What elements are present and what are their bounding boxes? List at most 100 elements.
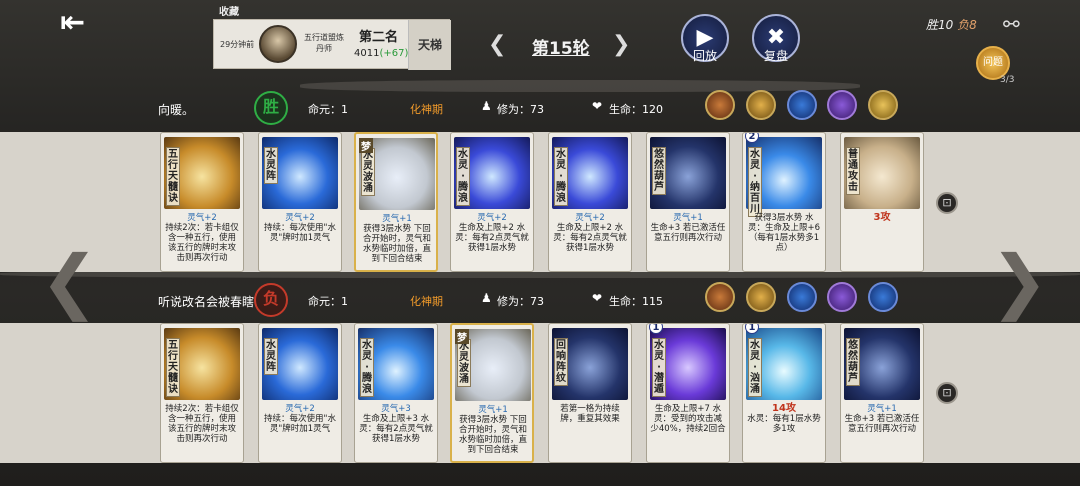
win-seal: 胜	[254, 91, 288, 125]
card-title: 水灵·腾浪	[554, 147, 568, 206]
back-arrow-icon[interactable]: ⇤	[60, 8, 104, 38]
card-art: 回响阵纹	[552, 328, 628, 400]
card[interactable]: 回响阵纹 若第一格为持续牌，重复其效果	[548, 323, 632, 463]
card-text-line: 灵气+1	[673, 213, 703, 223]
chevron-left-icon[interactable]: ❮	[488, 32, 506, 57]
player-row-top: 向暖。 胜 命元：1 化神期 ♟ 修为：73 ❤ 生命：120	[0, 90, 1080, 125]
card-title: 水灵阵	[264, 147, 278, 184]
card-text-line: 持续2次：若卡组仅含一种五行，使用该五行的牌时末攻击则再次行动	[165, 404, 239, 444]
card[interactable]: 水灵·腾浪 灵气+2 生命及上限+2 水灵：每有2点灵气就获得1层水势	[548, 132, 632, 272]
sun-swirl-icon[interactable]	[746, 282, 776, 312]
card-title: 水灵阵	[264, 338, 278, 375]
realm: 化神期	[410, 295, 443, 308]
round-title: 第15轮	[532, 39, 590, 59]
card-text-line: 灵气+1	[382, 214, 412, 224]
match-time: 29分钟前	[220, 40, 255, 49]
card-text-line: 灵气+2	[285, 213, 315, 223]
card[interactable]: 水灵阵灵气+2 持续：每次使用"水灵"牌时加1灵气	[258, 323, 342, 463]
card[interactable]: 水灵·潜遁 1 生命及上限+7 水灵：受到的攻击减少40%，持续2回合	[646, 323, 730, 463]
water-orb-icon[interactable]	[787, 90, 817, 120]
card-description: 灵气+1 生命+3 若已激活任意五行则再次行动	[650, 213, 726, 243]
card[interactable]: 水灵·汹涌 1 14攻 水灵：每有1层水势多1攻	[742, 323, 826, 463]
card-text-line: 灵气+2	[575, 213, 605, 223]
card-text-line: 灵气+3	[381, 404, 411, 414]
violet-portrait-icon[interactable]	[827, 90, 857, 120]
card-text-line: 生命及上限+2 水灵：每有2点灵气就获得1层水势	[455, 223, 529, 253]
placement: 第二名	[359, 30, 399, 45]
card-description: 灵气+2 持续2次：若卡组仅含一种五行，使用该五行的牌时末攻击则再次行动	[164, 213, 240, 263]
dream-tag: 梦	[455, 329, 469, 344]
card-art: 水灵·汹涌	[746, 328, 822, 400]
card-art: 水灵·潜遁	[650, 328, 726, 400]
card-description: 灵气+2 生命及上限+2 水灵：每有2点灵气就获得1层水势	[552, 213, 628, 253]
card-text-line: 生命及上限+3 水灵：每有2点灵气就获得1层水势	[359, 414, 433, 444]
score-value: 4011	[354, 48, 380, 59]
card-text-line: 生命+3 若已激活任意五行则再次行动	[844, 414, 920, 434]
card-art: 悠然葫芦	[844, 328, 920, 400]
card-text-line: 获得3层水势 下回合开始时，灵气和水势临时加倍，直到下回合结束	[362, 224, 431, 264]
warrior-portrait-icon[interactable]	[705, 90, 735, 120]
player-row-bottom: 听说改名会被春瞎 负 命元：1 化神期 ♟ 修为：73 ❤ 生命：115	[0, 282, 1080, 317]
card-title: 水灵波涌	[457, 339, 471, 387]
card-description: 3攻	[844, 213, 920, 223]
ladder-button[interactable]: 天梯	[408, 20, 451, 70]
card-description: 灵气+1 获得3层水势 下回合开始时，灵气和水势临时加倍，直到下回合结束	[359, 214, 435, 264]
cultivation: 修为：73	[497, 103, 544, 116]
card[interactable]: 水灵阵 灵气+2 持续：每次使用"水灵"牌时加1灵气	[258, 132, 342, 272]
card-text-line: 生命+3 若已激活任意五行则再次行动	[650, 223, 726, 243]
violet-portrait-icon[interactable]	[827, 282, 857, 312]
card-title: 普通攻击	[846, 147, 860, 195]
opponent-title: 五行道盟炼丹师	[304, 33, 344, 53]
chevron-left-icon[interactable]: ❮	[40, 240, 99, 322]
card-text-line: 生命及上限+7 水灵：受到的攻击减少40%，持续2回合	[650, 404, 726, 434]
card[interactable]: 水灵·腾浪 灵气+3 生命及上限+3 水灵：每有2点灵气就获得1层水势	[354, 323, 438, 463]
heart-icon: ❤	[592, 291, 603, 305]
favorite-label[interactable]: 收藏	[219, 3, 239, 18]
card[interactable]: 水灵·纳百川 2 获得3层水势 水灵：生命及上限+6（每有1层水势多1点）	[742, 132, 826, 272]
card-title: 水灵·腾浪	[456, 147, 470, 206]
card[interactable]: 普通攻击 3攻	[840, 132, 924, 272]
card-text-line: 3攻	[873, 212, 891, 223]
chevron-right-icon[interactable]: ❯	[612, 32, 630, 57]
card-title: 五行天髓诀	[166, 338, 180, 397]
share-icon[interactable]: ⚯	[1003, 12, 1029, 40]
warrior-portrait-icon[interactable]	[705, 282, 735, 312]
card[interactable]: 五行天髓诀持续2次：若卡组仅含一种五行，使用该五行的牌时末攻击则再次行动	[160, 323, 244, 463]
card-art: 水灵·腾浪	[552, 137, 628, 209]
card-description: 生命及上限+7 水灵：受到的攻击减少40%，持续2回合	[650, 404, 726, 434]
card-title: 回响阵纹	[554, 338, 568, 386]
win-loss-record: 胜10 负8	[926, 16, 977, 33]
card-text-line: 水灵：每有1层水势多1攻	[747, 414, 821, 434]
card-text-line: 获得3层水势 水灵：生命及上限+6（每有1层水势多1点）	[747, 213, 821, 253]
top-bar: ⇤ 收藏 29分钟前 五行道盟炼丹师 第二名 4011(+67) 天梯 ❮ 第1…	[0, 0, 1080, 92]
card-description: 灵气+2 生命及上限+2 水灵：每有2点灵气就获得1层水势	[454, 213, 530, 253]
water-ring-icon[interactable]	[868, 282, 898, 312]
card[interactable]: 五行天髓诀 灵气+2 持续2次：若卡组仅含一种五行，使用该五行的牌时末攻击则再次行动	[160, 132, 244, 272]
card-title: 水灵·汹涌	[748, 338, 762, 397]
gold-portrait-icon[interactable]	[868, 90, 898, 120]
heart-icon: ❤	[592, 99, 603, 113]
pin-icon[interactable]: ⊡	[936, 382, 958, 404]
card-art: 普通攻击	[844, 137, 920, 209]
water-orb-icon[interactable]	[787, 282, 817, 312]
sun-swirl-icon[interactable]	[746, 90, 776, 120]
hp: 生命：120	[609, 103, 663, 116]
chevron-right-icon[interactable]: ❯	[990, 240, 1049, 322]
card-title: 水灵波涌	[361, 148, 375, 196]
card-description: 持续2次：若卡组仅含一种五行，使用该五行的牌时末攻击则再次行动	[164, 404, 240, 444]
card-art: 水灵·腾浪	[454, 137, 530, 209]
card-text-line: 灵气+1	[867, 404, 897, 414]
card[interactable]: 悠然葫芦灵气+1 生命+3 若已激活任意五行则再次行动	[840, 323, 924, 463]
cultivation: 修为：73	[497, 295, 544, 308]
card-title: 水灵·纳百川	[748, 147, 762, 217]
card-text-line: 持续：每次使用"水灵"牌时加1灵气	[264, 414, 336, 434]
card-description: 灵气+2 持续：每次使用"水灵"牌时加1灵气	[262, 404, 338, 434]
card-art: 水灵·纳百川	[746, 137, 822, 217]
pin-icon[interactable]: ⊡	[936, 192, 958, 214]
card-text-line: 生命及上限+2 水灵：每有2点灵气就获得1层水势	[553, 223, 627, 253]
card[interactable]: 悠然葫芦 灵气+1 生命+3 若已激活任意五行则再次行动	[646, 132, 730, 272]
card[interactable]: 水灵·腾浪灵气+2 生命及上限+2 水灵：每有2点灵气就获得1层水势	[450, 132, 534, 272]
card-description: 灵气+1 生命+3 若已激活任意五行则再次行动	[844, 404, 920, 434]
card[interactable]: 水灵波涌梦灵气+1 获得3层水势 下回合开始时，灵气和水势临时加倍，直到下回合结束	[450, 323, 534, 463]
card[interactable]: 水灵波涌梦灵气+1 获得3层水势 下回合开始时，灵气和水势临时加倍，直到下回合结束	[354, 132, 438, 272]
